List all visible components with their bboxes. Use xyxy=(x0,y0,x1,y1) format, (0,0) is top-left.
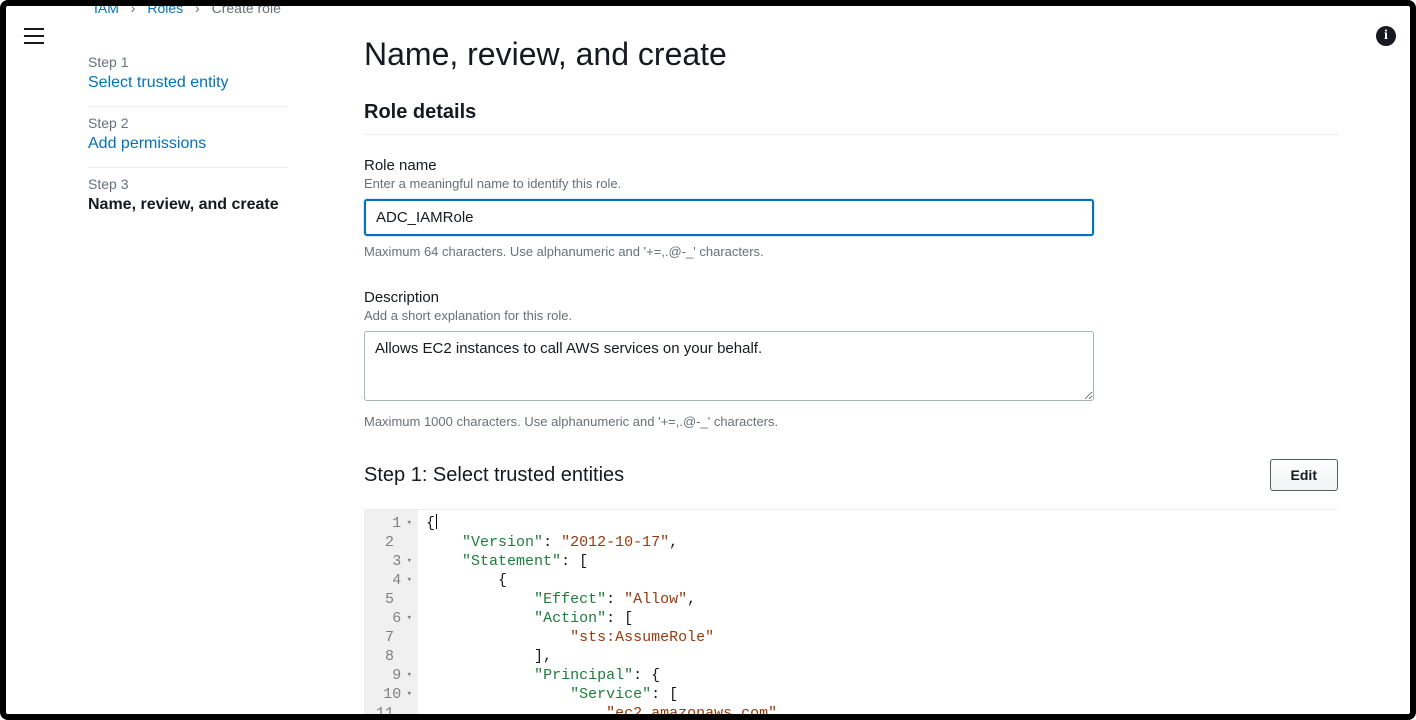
description-help: Maximum 1000 characters. Use alphanumeri… xyxy=(364,414,1094,429)
info-icon[interactable]: i xyxy=(1376,26,1396,46)
step-number: Step 1 xyxy=(88,54,288,70)
step-name-review-create: Name, review, and create xyxy=(88,196,288,214)
menu-icon[interactable] xyxy=(24,28,44,44)
edit-trusted-entities-button[interactable]: Edit xyxy=(1270,459,1338,491)
policy-json-editor[interactable]: 1234567891011 { "Version": "2012-10-17",… xyxy=(364,509,1338,720)
breadcrumb-link[interactable]: Roles xyxy=(147,0,183,16)
wizard-steps: Step 1 Select trusted entity Step 2 Add … xyxy=(88,46,288,228)
description-input[interactable] xyxy=(364,331,1094,401)
step-number: Step 2 xyxy=(88,115,288,131)
role-name-sub: Enter a meaningful name to identify this… xyxy=(364,176,1094,191)
description-label: Description xyxy=(364,289,1094,306)
breadcrumb-current: Create role xyxy=(212,0,281,16)
breadcrumb-link[interactable]: IAM xyxy=(94,0,119,16)
page-title: Name, review, and create xyxy=(364,36,1338,73)
role-name-input[interactable] xyxy=(364,199,1094,236)
breadcrumb: IAM › Roles › Create role xyxy=(88,0,281,16)
step-add-permissions[interactable]: Add permissions xyxy=(88,135,288,153)
step-select-trusted-entity[interactable]: Select trusted entity xyxy=(88,74,288,92)
trusted-entities-heading: Step 1: Select trusted entities xyxy=(364,464,624,487)
role-name-label: Role name xyxy=(364,157,1094,174)
role-name-help: Maximum 64 characters. Use alphanumeric … xyxy=(364,244,1094,259)
role-details-heading: Role details xyxy=(364,101,1338,135)
step-number: Step 3 xyxy=(88,176,288,192)
description-sub: Add a short explanation for this role. xyxy=(364,308,1094,323)
